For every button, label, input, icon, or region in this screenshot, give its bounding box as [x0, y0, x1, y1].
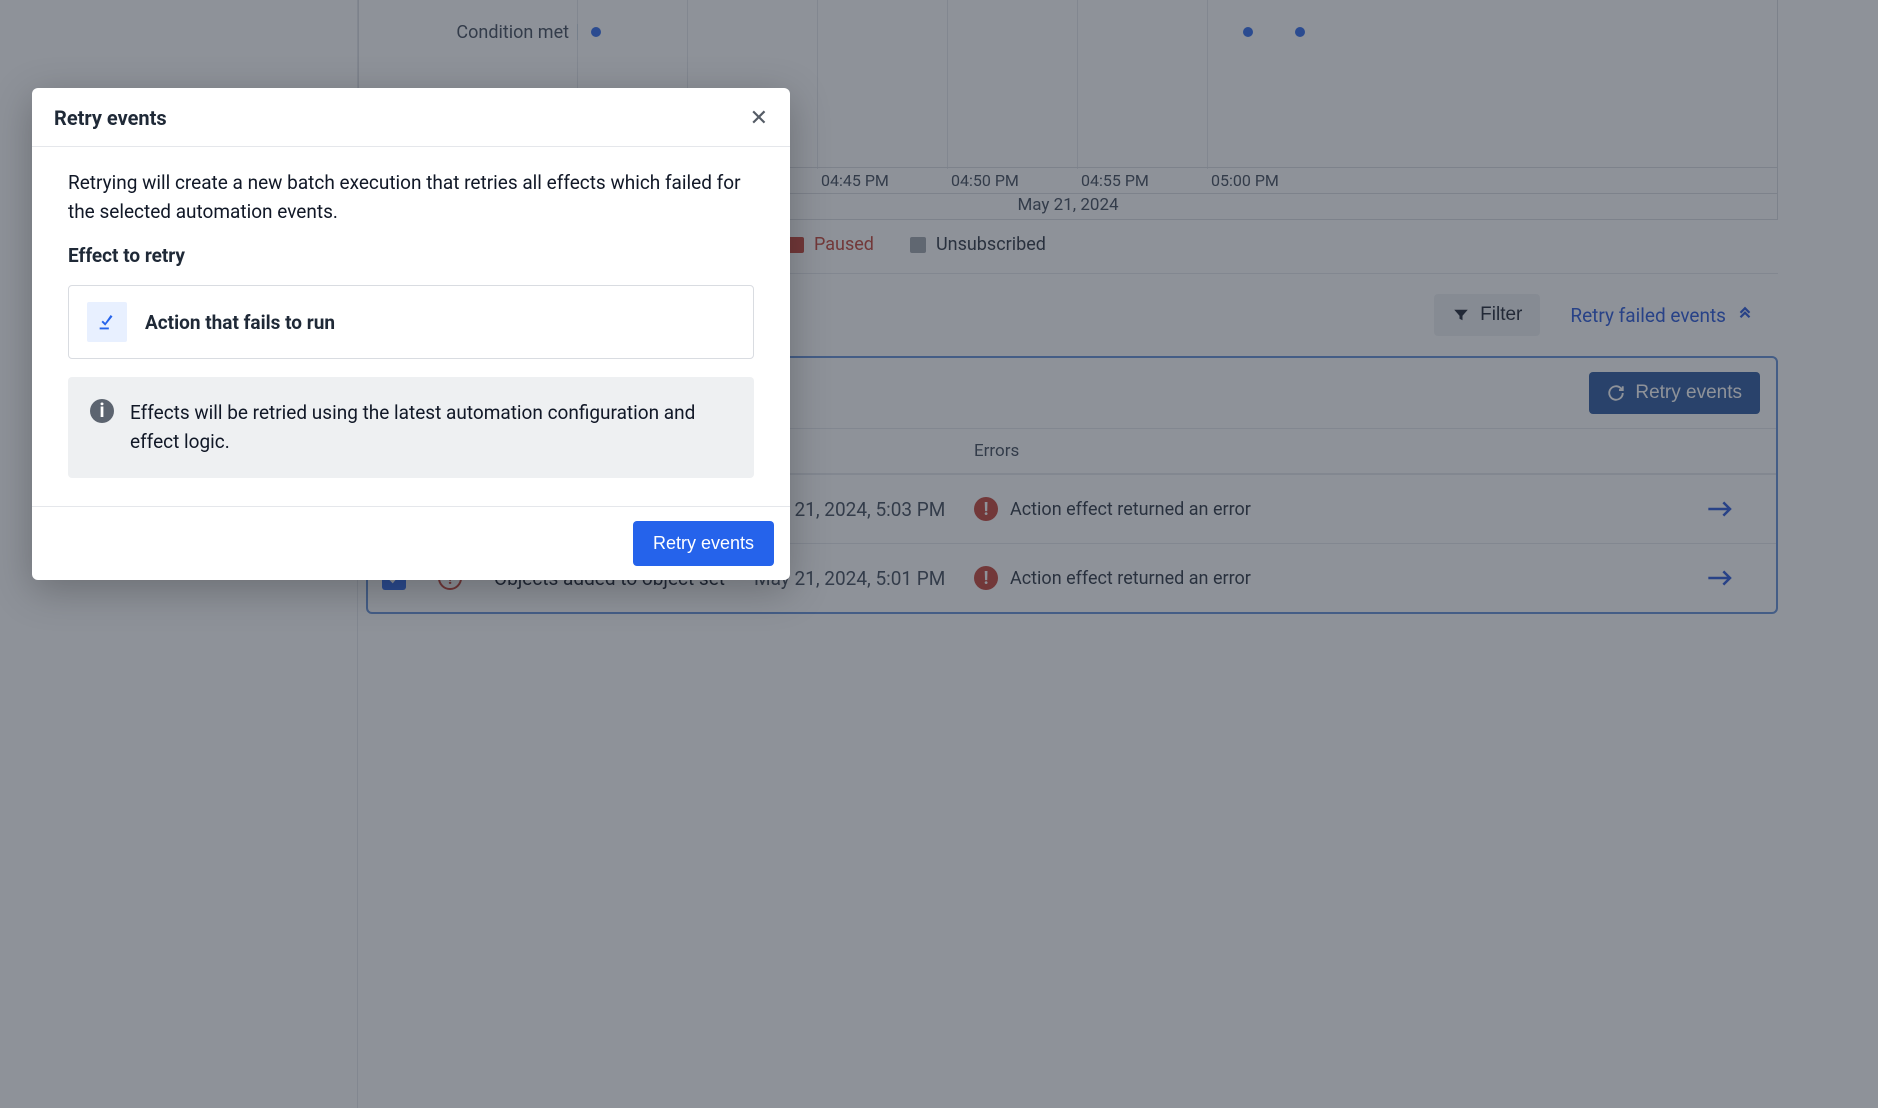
effect-name: Action that fails to run	[145, 311, 335, 334]
modal-description: Retrying will create a new batch executi…	[68, 169, 754, 226]
modal-info-callout: i Effects will be retried using the late…	[68, 377, 754, 478]
modal-info-text: Effects will be retried using the latest…	[130, 399, 732, 456]
effect-to-retry-box: Action that fails to run	[68, 285, 754, 359]
effect-subheading: Effect to retry	[68, 244, 754, 267]
close-icon: ✕	[750, 105, 768, 130]
modal-title: Retry events	[54, 106, 167, 130]
info-icon: i	[90, 399, 114, 423]
action-effect-icon	[87, 302, 127, 342]
close-button[interactable]: ✕	[750, 107, 768, 129]
modal-body: Retrying will create a new batch executi…	[32, 147, 790, 506]
modal-header: Retry events ✕	[32, 88, 790, 147]
retry-events-confirm-button[interactable]: Retry events	[633, 521, 774, 566]
retry-events-modal: Retry events ✕ Retrying will create a ne…	[32, 88, 790, 580]
modal-footer: Retry events	[32, 506, 790, 580]
